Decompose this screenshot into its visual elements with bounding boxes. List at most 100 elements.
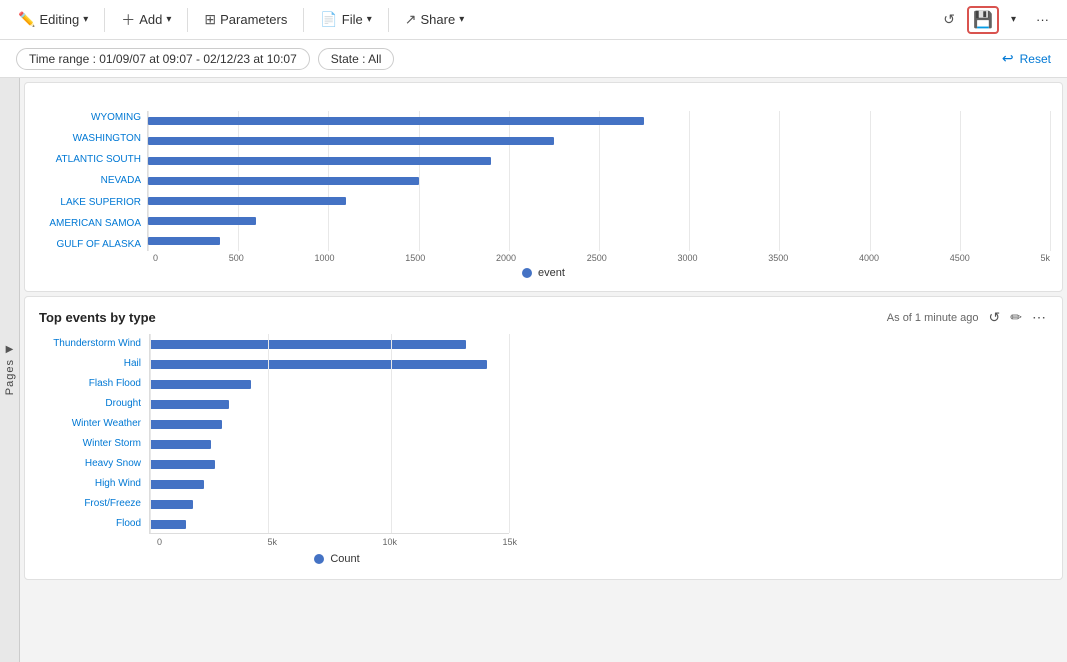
top-bar — [148, 237, 220, 245]
top-x-tick: 0 — [153, 253, 158, 263]
add-button[interactable]: ＋ Add ▾ — [113, 6, 179, 34]
top-bar-row — [148, 191, 1050, 211]
editing-button[interactable]: ✏️ Editing ▾ — [10, 7, 96, 32]
edit-chart-button[interactable]: ✏ — [1008, 307, 1024, 328]
top-bar-row — [148, 171, 1050, 191]
top-x-tick: 4500 — [950, 253, 970, 263]
top-y-label: GULF OF ALASKA — [57, 238, 141, 251]
top-y-label: WYOMING — [91, 111, 141, 124]
grid-line — [509, 334, 510, 533]
editing-label: Editing — [39, 12, 79, 27]
state-label: State : All — [331, 52, 382, 66]
chart-actions: ↺ ✏ ⋯ — [987, 307, 1048, 328]
bottom-bar — [150, 500, 193, 509]
top-bar-row — [148, 151, 1050, 171]
time-range-label: Time range : 01/09/07 at 09:07 - 02/12/2… — [29, 52, 297, 66]
plus-icon: ＋ — [121, 10, 135, 30]
grid-line — [391, 334, 392, 533]
grid-line — [268, 334, 269, 533]
top-y-label: NEVADA — [101, 174, 141, 187]
bottom-bar-row — [150, 334, 509, 354]
content-area: WYOMINGWASHINGTONATLANTIC SOUTHNEVADALAK… — [20, 78, 1067, 662]
reset-label[interactable]: Reset — [1020, 52, 1051, 66]
more-icon: ··· — [1036, 12, 1049, 27]
bottom-y-label: Thunderstorm Wind — [53, 334, 141, 354]
top-x-tick: 3500 — [768, 253, 788, 263]
bottom-chart-header: Top events by type As of 1 minute ago ↺ … — [25, 297, 1062, 334]
bottom-bar-row — [150, 354, 509, 374]
grid-line — [150, 334, 151, 533]
bottom-y-label: Flash Flood — [89, 374, 141, 394]
bottom-y-label: Hail — [124, 354, 141, 374]
bottom-bar — [150, 480, 204, 489]
bottom-bar-row — [150, 454, 509, 474]
top-legend-dot — [522, 268, 532, 278]
bottom-bar-row — [150, 374, 509, 394]
top-x-tick: 4000 — [859, 253, 879, 263]
bottom-legend: Count — [157, 553, 517, 565]
bottom-chart-title: Top events by type — [39, 310, 156, 325]
share-button[interactable]: ↗ Share ▾ — [397, 7, 472, 32]
save-icon: 💾 — [973, 10, 993, 30]
refresh-chart-button[interactable]: ↺ — [987, 307, 1003, 328]
separator2 — [187, 8, 188, 32]
top-y-label: LAKE SUPERIOR — [60, 196, 141, 209]
parameters-button[interactable]: ⊞ Parameters — [196, 7, 295, 32]
top-x-tick: 1000 — [314, 253, 334, 263]
parameters-icon: ⊞ — [204, 11, 216, 28]
toolbar: ✏️ Editing ▾ ＋ Add ▾ ⊞ Parameters 📄 File… — [0, 0, 1067, 40]
more-button[interactable]: ··· — [1028, 8, 1057, 31]
bottom-chart-subtitle: As of 1 minute ago — [887, 312, 979, 324]
chevron-down-icon3: ▾ — [459, 14, 464, 25]
top-bar — [148, 177, 419, 185]
undo-icon: ↩ — [1002, 50, 1014, 67]
top-x-tick: 2500 — [587, 253, 607, 263]
top-bar-row — [148, 111, 1050, 131]
pages-sidebar[interactable]: ▶ Pages — [0, 78, 20, 662]
top-x-axis: 0500100015002000250030003500400045005k — [153, 251, 1050, 263]
add-label: Add — [139, 12, 162, 27]
separator3 — [303, 8, 304, 32]
file-button[interactable]: 📄 File ▾ — [312, 7, 379, 32]
separator — [104, 8, 105, 32]
top-bar — [148, 157, 491, 165]
top-x-tick: 3000 — [677, 253, 697, 263]
bottom-bar — [150, 520, 186, 529]
bottom-bar-row — [150, 494, 509, 514]
file-label: File — [342, 12, 363, 27]
bottom-y-label: Drought — [105, 394, 141, 414]
top-chart-plot — [147, 111, 1050, 251]
bottom-legend-dot — [314, 554, 324, 564]
state-filter[interactable]: State : All — [318, 48, 395, 70]
top-chart: WYOMINGWASHINGTONATLANTIC SOUTHNEVADALAK… — [25, 83, 1062, 291]
top-bar — [148, 137, 554, 145]
file-icon: 📄 — [320, 11, 337, 28]
top-chart-inner: WYOMINGWASHINGTONATLANTIC SOUTHNEVADALAK… — [37, 91, 1050, 251]
top-bar — [148, 117, 644, 125]
chevron-down-icon: ▾ — [83, 14, 88, 25]
bottom-y-label: Frost/Freeze — [84, 494, 141, 514]
time-range-filter[interactable]: Time range : 01/09/07 at 09:07 - 02/12/2… — [16, 48, 310, 70]
toolbar-right: ↺ 💾 ▾ ··· — [935, 6, 1057, 34]
top-bar — [148, 197, 346, 205]
top-x-tick: 500 — [229, 253, 244, 263]
top-x-tick: 2000 — [496, 253, 516, 263]
chevron-down-icon2: ▾ — [367, 14, 372, 25]
filter-bar: Time range : 01/09/07 at 09:07 - 02/12/2… — [0, 40, 1067, 78]
share-icon: ↗ — [405, 11, 417, 28]
bottom-x-tick: 15k — [502, 537, 517, 547]
bottom-x-axis: 05k10k15k — [157, 534, 517, 547]
bottom-chart-body: Thunderstorm WindHailFlash FloodDrought W… — [25, 334, 1062, 579]
refresh-button[interactable]: ↺ — [935, 7, 963, 32]
bottom-bar-row — [150, 434, 509, 454]
parameters-label: Parameters — [220, 12, 287, 27]
bottom-y-label: Winter Storm — [83, 434, 141, 454]
top-chart-card: WYOMINGWASHINGTONATLANTIC SOUTHNEVADALAK… — [24, 82, 1063, 292]
main-area: ▶ Pages WYOMINGWASHINGTONATLANTIC SOUTHN… — [0, 78, 1067, 662]
top-bar-row — [148, 211, 1050, 231]
refresh-icon: ↺ — [943, 11, 955, 28]
top-legend-label: event — [538, 267, 565, 279]
chevron-down-button[interactable]: ▾ — [1003, 10, 1024, 29]
save-button[interactable]: 💾 — [967, 6, 999, 34]
more-chart-button[interactable]: ⋯ — [1030, 307, 1048, 328]
